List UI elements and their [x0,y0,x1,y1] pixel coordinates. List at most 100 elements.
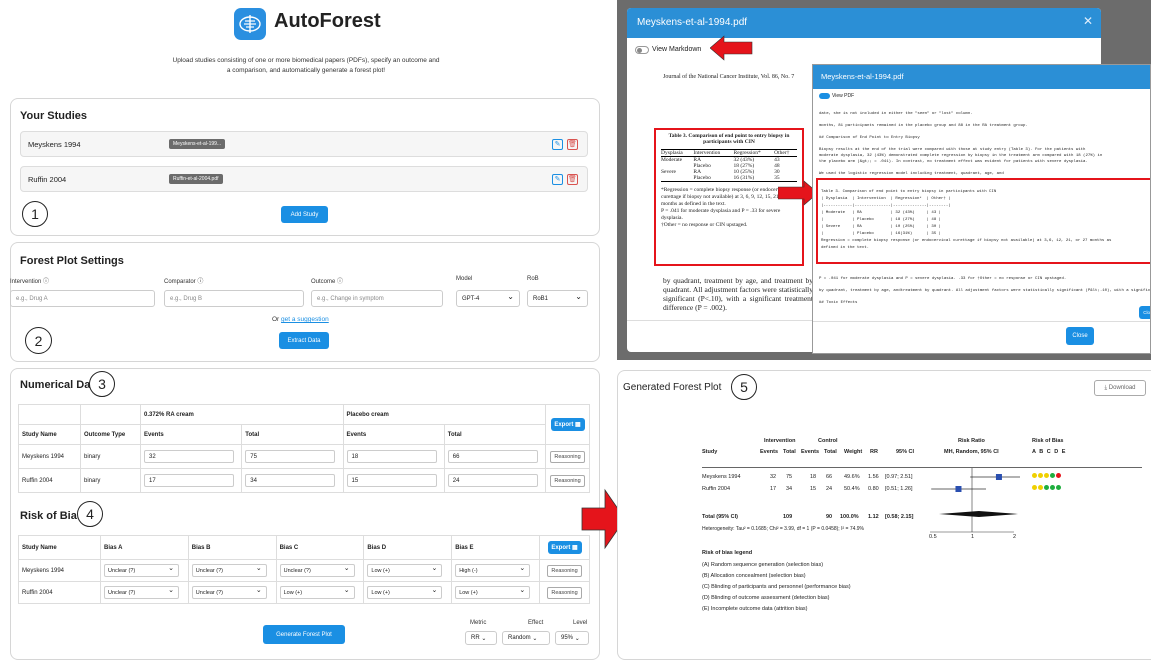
total-t2: 90 [826,514,833,520]
md-line: the placebo arm (&gt;; = .041). In contr… [819,160,1088,164]
study-cell: Ruffin 2004 [18,581,101,604]
outcome-input[interactable]: e.g., Change in symptom [311,290,443,307]
bias-select[interactable]: High (-) [455,563,531,577]
forest-graph [930,468,1020,533]
md-table-line: | | Placebo | 16(31%) | 35 | [821,232,942,236]
events-input[interactable]: 15 [346,474,437,487]
col-events: Events [801,449,820,455]
summary-diamond [938,511,1019,517]
close-button[interactable]: Close [1139,306,1150,319]
app-title: AutoForest [274,10,381,32]
events-input[interactable]: 17 [144,474,234,487]
close-icon[interactable]: ✕ [1083,14,1093,28]
bias-select[interactable]: Unclear (?) [191,585,267,599]
get-suggestion-link[interactable]: get a suggestion [281,316,329,323]
row-study: Ruffin 2004 [702,486,731,492]
step-marker-2: 2 [25,327,52,354]
row-weight: 50.4% [844,486,860,492]
reasoning-button[interactable]: Reasoning [550,450,585,463]
pdf-body-text: by quadrant, treatment by age, and treat… [663,276,813,312]
col-header: Bias B [187,535,277,560]
low-dot [1044,485,1049,490]
delete-icon[interactable]: 🗑 [567,139,578,150]
bias-select[interactable]: Low (+) [279,585,355,599]
pdf-td: 16 (31%) [733,175,755,181]
reasoning-button[interactable]: Reasoning [547,564,582,577]
step-marker-4: 4 [77,501,103,527]
total-input[interactable]: 34 [245,474,336,487]
col-header: Study Name [18,535,101,560]
close-button[interactable]: Close [1066,327,1094,345]
table-row: Meyskens 1994 Unclear (?) Unclear (?) Un… [18,559,590,582]
rob-dots-row [1032,485,1062,492]
studies-title: Your Studies [20,110,88,122]
row-e2: 15 [810,486,817,492]
extract-data-button[interactable]: Extract Data [279,332,329,349]
chevron-down-icon: ⌄ [532,635,538,642]
col-header: Bias D [363,535,453,560]
md-table-line: Regression = complete biopsy response (o… [821,239,1112,243]
delete-icon[interactable]: 🗑 [567,174,578,185]
view-pdf-toggle[interactable] [819,93,830,99]
bias-select[interactable]: Low (+) [367,585,443,599]
bias-select[interactable]: Unclear (?) [191,563,267,577]
md-table-line: defined in the text. [821,246,870,250]
bias-select[interactable]: Unclear (?) [104,585,179,599]
study-row[interactable]: Ruffin 2004 Ruffin-et-al-2004.pdf ✎ 🗑 [20,166,588,192]
row-t1: 34 [786,486,793,492]
edit-icon[interactable]: ✎ [552,174,563,185]
group1-header: 0.372% RA cream [140,404,344,425]
intervention-input[interactable]: e.g., Drug A [10,290,155,307]
pdf-footnote: †Other = no response or CIN upstaged. [661,222,748,228]
level-select[interactable]: 95% ⌄ [555,631,589,645]
col-ci: 95% CI [896,449,915,455]
study-name: Meyskens 1994 [28,140,81,149]
download-button[interactable]: ⤓ Download [1094,380,1146,396]
study-cell: Meyskens 1994 [18,559,101,582]
effect-select[interactable]: Random ⌄ [502,631,550,645]
bias-select[interactable]: Unclear (?) [279,563,355,577]
total-input[interactable]: 24 [447,474,538,487]
total-input[interactable]: 75 [245,450,336,463]
col-events: Events [760,449,779,455]
total-label: Total (95% CI) [702,514,738,520]
export-button[interactable]: Export ▦ [550,418,585,431]
chevron-down-icon: ⌄ [575,292,582,301]
study-row[interactable]: Meyskens 1994 Meyskens-et-al-199... ✎ 🗑 [20,131,588,157]
comparator-input[interactable]: e.g., Drug B [164,290,304,307]
markdown-table-box: Table 3. Comparison of end point to entr… [816,178,1150,264]
markdown-modal: Meyskens-et-al-1994.pdf View PDF date, s… [812,64,1151,354]
file-chip[interactable]: Meyskens-et-al-199... [169,139,226,149]
file-chip[interactable]: Ruffin-et-al-2004.pdf [169,174,223,184]
effect-label: Effect [528,620,544,626]
metric-select[interactable]: RR ⌄ [465,631,497,645]
generate-forest-plot-button[interactable]: Generate Forest Plot [263,625,345,644]
pdf-th: Other† [774,150,790,156]
col-header: Total [443,424,547,445]
metric-label: Metric [470,620,487,626]
total-input[interactable]: 66 [447,450,538,463]
comparator-label: Comparator ⓘ [164,279,204,285]
bias-select[interactable]: Low (+) [455,585,531,599]
pdf-td: Placebo [693,175,711,181]
reasoning-button[interactable]: Reasoning [550,474,585,487]
pdf-modal-title: Meyskens-et-al-1994.pdf [637,17,748,28]
add-study-button[interactable]: Add Study [281,206,328,223]
edit-icon[interactable]: ✎ [552,139,563,150]
col-study: Study [702,449,718,455]
events-input[interactable]: 18 [346,450,437,463]
rob-letters: A B C D E [1032,449,1067,455]
pdf-footnote: P = .041 for moderate dysplasia and P = … [661,208,781,221]
events-input[interactable]: 32 [144,450,234,463]
view-markdown-toggle[interactable] [635,46,649,54]
legend-item: (E) Incomplete outcome data (attrition b… [702,606,808,612]
bias-select[interactable]: Unclear (?) [104,563,179,577]
bias-select[interactable]: Low (+) [367,563,443,577]
export-button[interactable]: Export ▦ [547,541,582,554]
rob-label: RoB [527,276,539,282]
point-estimate [955,486,962,492]
model-select[interactable]: GPT-4 ⌄ [456,290,520,307]
rob-select[interactable]: RoB1 ⌄ [527,290,588,307]
reasoning-button[interactable]: Reasoning [547,586,582,599]
legend-item: (D) Blinding of outcome assessment (dete… [702,595,830,601]
